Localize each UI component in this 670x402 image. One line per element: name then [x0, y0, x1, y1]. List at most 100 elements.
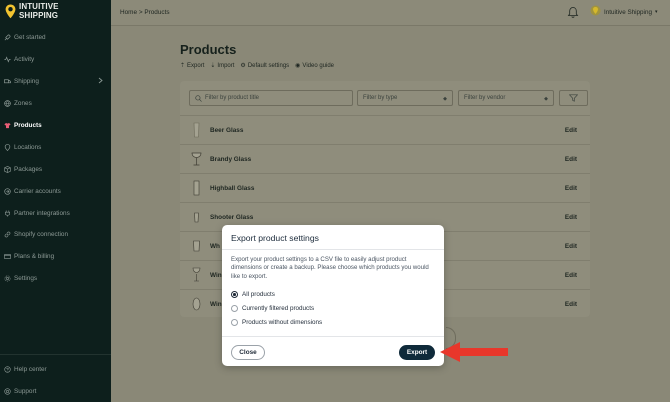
sidebar-item-label: Partner integrations: [14, 209, 70, 217]
product-name: Beer Glass: [210, 127, 244, 134]
sidebar-item-label: Shopify connection: [14, 230, 69, 238]
globe-icon: [4, 99, 11, 107]
caret-icon: ◆: [544, 96, 548, 102]
plug-icon: [5, 209, 10, 217]
breadcrumb[interactable]: Home > Products: [120, 9, 170, 16]
product-thumbnail: [191, 152, 202, 166]
export-settings-modal: Export product settings Export your prod…: [222, 225, 444, 366]
product-name: Win: [210, 301, 222, 308]
radio-button[interactable]: [231, 319, 238, 326]
product-thumbnail: [193, 180, 200, 196]
option-label: Currently filtered products: [242, 305, 315, 312]
product-thumbnail: [193, 122, 200, 138]
product-name: Shooter Glass: [210, 214, 254, 221]
page-title: Products: [180, 42, 237, 57]
sidebar-item-zones[interactable]: Zones: [0, 93, 111, 113]
gear-icon: [4, 275, 11, 281]
sidebar-item-partner-integrations[interactable]: Partner integrations: [0, 203, 111, 223]
product-name: Brandy Glass: [210, 156, 252, 163]
support-icon: [4, 387, 11, 395]
upload-icon: ⇡: [180, 63, 186, 69]
user-menu[interactable]: Intuitive Shipping ▾: [590, 5, 657, 19]
sidebar-item-get-started[interactable]: Get started: [0, 27, 111, 47]
import-action-label: Import: [217, 62, 235, 69]
edit-link[interactable]: Edit: [565, 156, 577, 163]
sidebar-item-label: Help center: [14, 365, 47, 373]
card-icon: [4, 253, 11, 259]
rocket-icon: [4, 34, 11, 40]
edit-link[interactable]: Edit: [565, 301, 577, 308]
sidebar-item-label: Carrier accounts: [14, 187, 61, 195]
table-row[interactable]: Beer Glass Edit: [180, 115, 590, 144]
sidebar-item-label: Products: [14, 121, 42, 129]
export-button[interactable]: Export: [399, 345, 435, 360]
sidebar-item-label: Plans & billing: [14, 252, 55, 260]
option-all-products[interactable]: All products: [231, 291, 275, 298]
import-action[interactable]: ⇣ Import: [210, 62, 235, 70]
filter-button[interactable]: [559, 90, 588, 106]
help-icon: [4, 365, 11, 373]
brand-logo[interactable]: INTUITIVE SHIPPING: [5, 2, 59, 20]
vendor-filter-select[interactable]: Filter by vendor ◆: [458, 90, 554, 106]
export-action[interactable]: ⇡ Export: [180, 62, 205, 70]
location-pin-logo-icon: [5, 4, 16, 19]
close-button[interactable]: Close: [231, 345, 265, 360]
sidebar-item-help-center[interactable]: Help center: [0, 359, 111, 379]
table-row[interactable]: Highball Glass Edit: [180, 173, 590, 202]
sidebar-item-label: Settings: [14, 274, 38, 282]
modal-description: Export your product settings to a CSV fi…: [231, 256, 429, 280]
sidebar-item-label: Activity: [14, 55, 35, 63]
search-input[interactable]: Filter by product title: [189, 90, 353, 106]
sidebar-item-settings[interactable]: Settings: [0, 268, 111, 288]
sidebar-item-products[interactable]: Products: [0, 115, 111, 135]
sidebar-item-label: Get started: [14, 33, 46, 41]
activity-icon: [4, 55, 11, 63]
edit-link[interactable]: Edit: [565, 243, 577, 250]
radio-button[interactable]: [231, 291, 238, 298]
caret-icon: ◆: [443, 96, 447, 102]
shirt-icon: [4, 122, 11, 128]
sidebar-item-locations[interactable]: Locations: [0, 137, 111, 157]
play-icon: ◉: [295, 63, 301, 69]
radio-button[interactable]: [231, 305, 238, 312]
sidebar-item-shipping[interactable]: Shipping: [0, 71, 111, 91]
option-label: Products without dimensions: [242, 319, 323, 326]
sidebar-item-plans-billing[interactable]: Plans & billing: [0, 246, 111, 266]
vendor-filter-label: Filter by vendor: [464, 95, 506, 101]
type-filter-label: Filter by type: [363, 95, 398, 101]
sidebar-item-carrier-accounts[interactable]: Carrier accounts: [0, 181, 111, 201]
download-icon: ⇣: [210, 63, 216, 69]
default-settings-action[interactable]: ⚙ Default settings: [240, 62, 289, 70]
bell-icon[interactable]: [567, 6, 579, 19]
edit-link[interactable]: Edit: [565, 214, 577, 221]
sidebar-item-activity[interactable]: Activity: [0, 49, 111, 69]
chevron-down-icon: ▾: [654, 9, 658, 15]
sidebar: INTUITIVE SHIPPING Get started Activity …: [0, 0, 111, 402]
video-guide-action[interactable]: ◉ Video guide: [295, 62, 335, 70]
product-thumbnail: [193, 240, 200, 252]
type-filter-select[interactable]: Filter by type ◆: [357, 90, 453, 106]
edit-link[interactable]: Edit: [565, 272, 577, 279]
product-name: Highball Glass: [210, 185, 255, 192]
modal-title: Export product settings: [231, 233, 319, 243]
sidebar-item-support[interactable]: Support: [0, 381, 111, 401]
sidebar-item-shopify-connection[interactable]: Shopify connection: [0, 224, 111, 244]
option-without-dimensions[interactable]: Products without dimensions: [231, 319, 322, 326]
sidebar-item-label: Locations: [14, 143, 42, 151]
export-action-label: Export: [187, 62, 205, 69]
video-guide-label: Video guide: [302, 62, 335, 69]
top-bar: Home > Products Intuitive Shipping ▾: [111, 0, 670, 26]
product-thumbnail: [194, 212, 199, 223]
edit-link[interactable]: Edit: [565, 127, 577, 134]
option-filtered-products[interactable]: Currently filtered products: [231, 305, 314, 312]
red-arrow-annotation-icon: [440, 342, 508, 362]
sidebar-item-label: Shipping: [14, 77, 39, 85]
truck-icon: [4, 78, 11, 83]
page-actions: ⇡ Export ⇣ Import ⚙ Default settings ◉ Video…: [180, 62, 335, 70]
location-icon: [4, 143, 11, 151]
table-row[interactable]: Brandy Glass Edit: [180, 144, 590, 173]
modal-footer-divider: [222, 336, 444, 337]
sidebar-item-packages[interactable]: Packages: [0, 159, 111, 179]
edit-link[interactable]: Edit: [565, 185, 577, 192]
sidebar-item-label: Zones: [14, 99, 32, 107]
